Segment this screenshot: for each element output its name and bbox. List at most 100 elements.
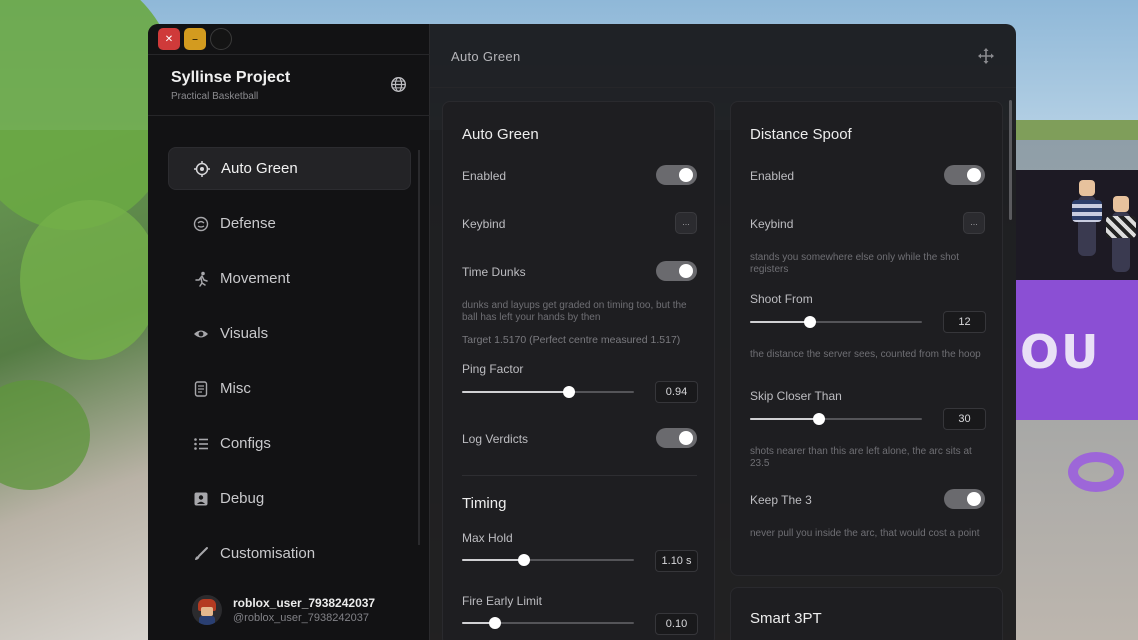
minimize-button[interactable]: –: [184, 28, 206, 50]
sidebar-item-movement[interactable]: Movement: [168, 257, 411, 300]
ping-factor-value[interactable]: 0.94: [655, 381, 698, 403]
time-dunks-label: Time Dunks: [462, 265, 526, 279]
user-handle: @roblox_user_7938242037: [233, 612, 369, 624]
keybind-label: Keybind: [750, 217, 794, 231]
max-hold-label: Max Hold: [462, 531, 513, 545]
user-name: roblox_user_7938242037: [233, 596, 376, 610]
eye-icon: [192, 325, 210, 343]
crosshair-icon: [193, 160, 211, 178]
fire-early-limit-label: Fire Early Limit: [462, 594, 543, 608]
page-title: Auto Green: [451, 49, 521, 64]
sidebar-item-debug[interactable]: Debug: [168, 477, 411, 520]
max-hold-slider[interactable]: [462, 554, 634, 566]
auto-green-enabled-toggle[interactable]: [656, 165, 697, 185]
minimize-icon: –: [192, 33, 198, 45]
auto-green-card: Auto Green Enabled Keybind ... Time Dunk…: [442, 101, 715, 640]
sidebar-item-label: Configs: [220, 435, 271, 452]
sidebar-item-label: Defense: [220, 215, 276, 232]
fire-early-limit-slider[interactable]: [462, 617, 634, 629]
sidebar-item-misc[interactable]: Misc: [168, 367, 411, 410]
max-hold-value[interactable]: 1.10 s: [655, 550, 698, 572]
id-card-icon: [192, 490, 210, 508]
slider-thumb[interactable]: [517, 554, 530, 566]
skip-closer-than-slider[interactable]: [750, 413, 922, 425]
window-option-button[interactable]: [210, 28, 232, 50]
card-title: Smart 3PT: [750, 610, 822, 627]
shoot-from-value[interactable]: 12: [943, 311, 986, 333]
shoot-from-label: Shoot From: [750, 292, 813, 306]
slider-thumb[interactable]: [562, 386, 575, 398]
fire-early-limit-value[interactable]: 0.10: [655, 613, 698, 635]
sidebar-item-label: Movement: [220, 270, 291, 287]
move-icon[interactable]: [978, 48, 994, 64]
distance-spoof-keybind-button[interactable]: ...: [963, 212, 985, 234]
divider: [148, 54, 430, 55]
keep-the-3-toggle[interactable]: [944, 489, 985, 509]
close-icon: ✕: [164, 33, 174, 45]
slider-thumb[interactable]: [812, 413, 825, 425]
list-icon: [192, 435, 210, 453]
window-controls: ✕ –: [158, 28, 232, 50]
keep-the-3-hint: never pull you inside the arc, that woul…: [750, 528, 980, 539]
sidebar-nav: Auto Green Defense Movement Visuals Misc…: [168, 147, 411, 587]
keybind-label: Keybind: [462, 217, 506, 231]
sidebar-scrollbar[interactable]: [418, 150, 420, 545]
document-icon: [192, 380, 210, 398]
divider: [462, 475, 697, 476]
card-title: Distance Spoof: [750, 126, 852, 143]
timing-title: Timing: [462, 495, 507, 512]
divider: [148, 115, 430, 116]
sidebar-item-customisation[interactable]: Customisation: [168, 532, 411, 575]
sidebar-item-label: Misc: [220, 380, 251, 397]
target-readout: Target 1.5170 (Perfect centre measured 1…: [462, 334, 681, 346]
brand-title: Syllinse Project: [171, 69, 291, 86]
slider-thumb[interactable]: [804, 316, 817, 328]
court-lettering: OU: [1020, 325, 1101, 379]
skip-closer-than-hint: shots nearer than this are left alone, t…: [750, 446, 972, 469]
close-button[interactable]: ✕: [158, 28, 180, 50]
keep-the-3-label: Keep The 3: [750, 493, 812, 507]
sidebar-item-visuals[interactable]: Visuals: [168, 312, 411, 355]
sidebar-item-label: Customisation: [220, 545, 316, 562]
smart-3pt-card: Smart 3PT: [730, 587, 1003, 640]
time-dunks-toggle[interactable]: [656, 261, 697, 281]
tree-foliage: [20, 200, 160, 360]
log-verdicts-label: Log Verdicts: [462, 432, 529, 446]
slider-thumb[interactable]: [488, 617, 501, 629]
auto-green-keybind-button[interactable]: ...: [675, 212, 697, 234]
app-window: ✕ – Syllinse Project Practical Basketbal…: [148, 24, 1016, 640]
sidebar-item-label: Visuals: [220, 325, 269, 342]
globe-icon[interactable]: [390, 76, 407, 93]
content-scrollbar[interactable]: [1009, 100, 1012, 220]
sidebar-item-label: Auto Green: [221, 160, 298, 177]
player-figure: [1072, 180, 1102, 256]
main-header: Auto Green: [430, 24, 1016, 88]
enabled-label: Enabled: [462, 169, 507, 183]
ping-factor-label: Ping Factor: [462, 362, 524, 376]
skip-closer-than-label: Skip Closer Than: [750, 389, 842, 403]
running-person-icon: [192, 270, 210, 288]
skip-closer-than-value[interactable]: 30: [943, 408, 986, 430]
shield-face-icon: [192, 215, 210, 233]
player-figure: [1106, 196, 1136, 272]
log-verdicts-toggle[interactable]: [656, 428, 697, 448]
sidebar-item-defense[interactable]: Defense: [168, 202, 411, 245]
brand-subtitle: Practical Basketball: [171, 91, 259, 102]
shoot-from-hint: the distance the server sees, counted fr…: [750, 349, 981, 360]
ping-factor-slider[interactable]: [462, 386, 634, 398]
card-title: Auto Green: [462, 126, 539, 143]
distance-spoof-card: Distance Spoof Enabled Keybind ... stand…: [730, 101, 1003, 576]
sidebar-item-auto-green[interactable]: Auto Green: [168, 147, 411, 190]
shoot-from-slider[interactable]: [750, 316, 922, 328]
distance-spoof-enabled-toggle[interactable]: [944, 165, 985, 185]
sidebar-item-label: Debug: [220, 490, 265, 507]
user-profile[interactable]: roblox_user_7938242037 @roblox_user_7938…: [192, 595, 375, 625]
court-logo: [1068, 452, 1124, 492]
avatar: [192, 595, 222, 625]
time-dunks-hint: dunks and layups get graded on timing to…: [462, 300, 687, 323]
sidebar-item-configs[interactable]: Configs: [168, 422, 411, 465]
keybind-hint: stands you somewhere else only while the…: [750, 252, 960, 275]
sidebar: ✕ – Syllinse Project Practical Basketbal…: [148, 24, 430, 640]
brush-icon: [192, 545, 210, 563]
grass-strip: [1016, 120, 1138, 140]
